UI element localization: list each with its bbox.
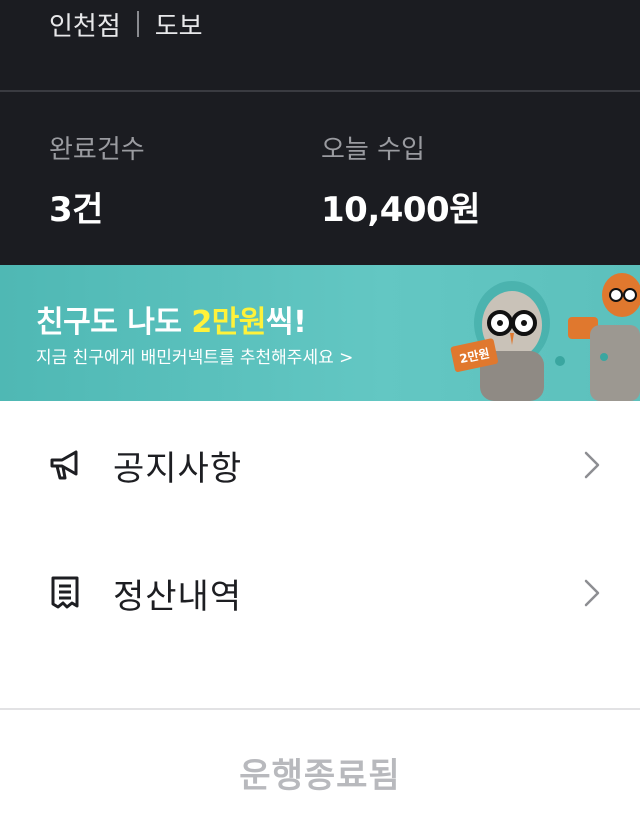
banner-subtitle: 지금 친구에게 배민커넥트를 추천해주세요 > [36, 348, 354, 368]
banner-title-post: 씩! [265, 305, 307, 340]
referral-banner[interactable]: 친구도 나도 2만원씩! 지금 친구에게 배민커넥트를 추천해주세요 > 2만원 [0, 265, 640, 401]
end-shift-button[interactable]: 운행종료됨 [0, 710, 640, 834]
menu-item-label: 공지사항 [113, 448, 243, 489]
completed-count-value: 3건 [49, 190, 103, 230]
status-header: 인천점 도보 완료건수 3건 오늘 수입 10,400원 [0, 0, 640, 265]
header-divider [0, 90, 640, 92]
branch-separator [136, 11, 139, 37]
banner-title: 친구도 나도 2만원씩! [36, 297, 307, 341]
today-income-stat: 오늘 수입 10,400원 [321, 130, 480, 231]
completed-count-stat: 완료건수 3건 [49, 130, 145, 231]
banner-character-illustration: 2만원 [450, 273, 640, 401]
menu-list: 공지사항 정산내역 [0, 401, 640, 657]
chevron-right-icon [584, 579, 600, 607]
today-income-value: 10,400원 [321, 190, 480, 230]
chevron-right-icon [584, 451, 600, 479]
receipt-icon [51, 576, 79, 609]
today-income-label: 오늘 수입 [321, 135, 425, 165]
branch-info: 인천점 도보 [49, 4, 203, 44]
menu-item-label: 정산내역 [113, 576, 243, 617]
banner-title-pre: 친구도 나도 [36, 305, 192, 340]
menu-item-settlement[interactable]: 정산내역 [0, 529, 640, 657]
delivery-mode: 도보 [154, 11, 203, 42]
banner-title-highlight: 2만원 [191, 305, 266, 340]
completed-count-label: 완료건수 [49, 135, 145, 165]
branch-name: 인천점 [49, 11, 121, 42]
megaphone-icon [50, 450, 78, 480]
menu-item-notices[interactable]: 공지사항 [0, 401, 640, 529]
